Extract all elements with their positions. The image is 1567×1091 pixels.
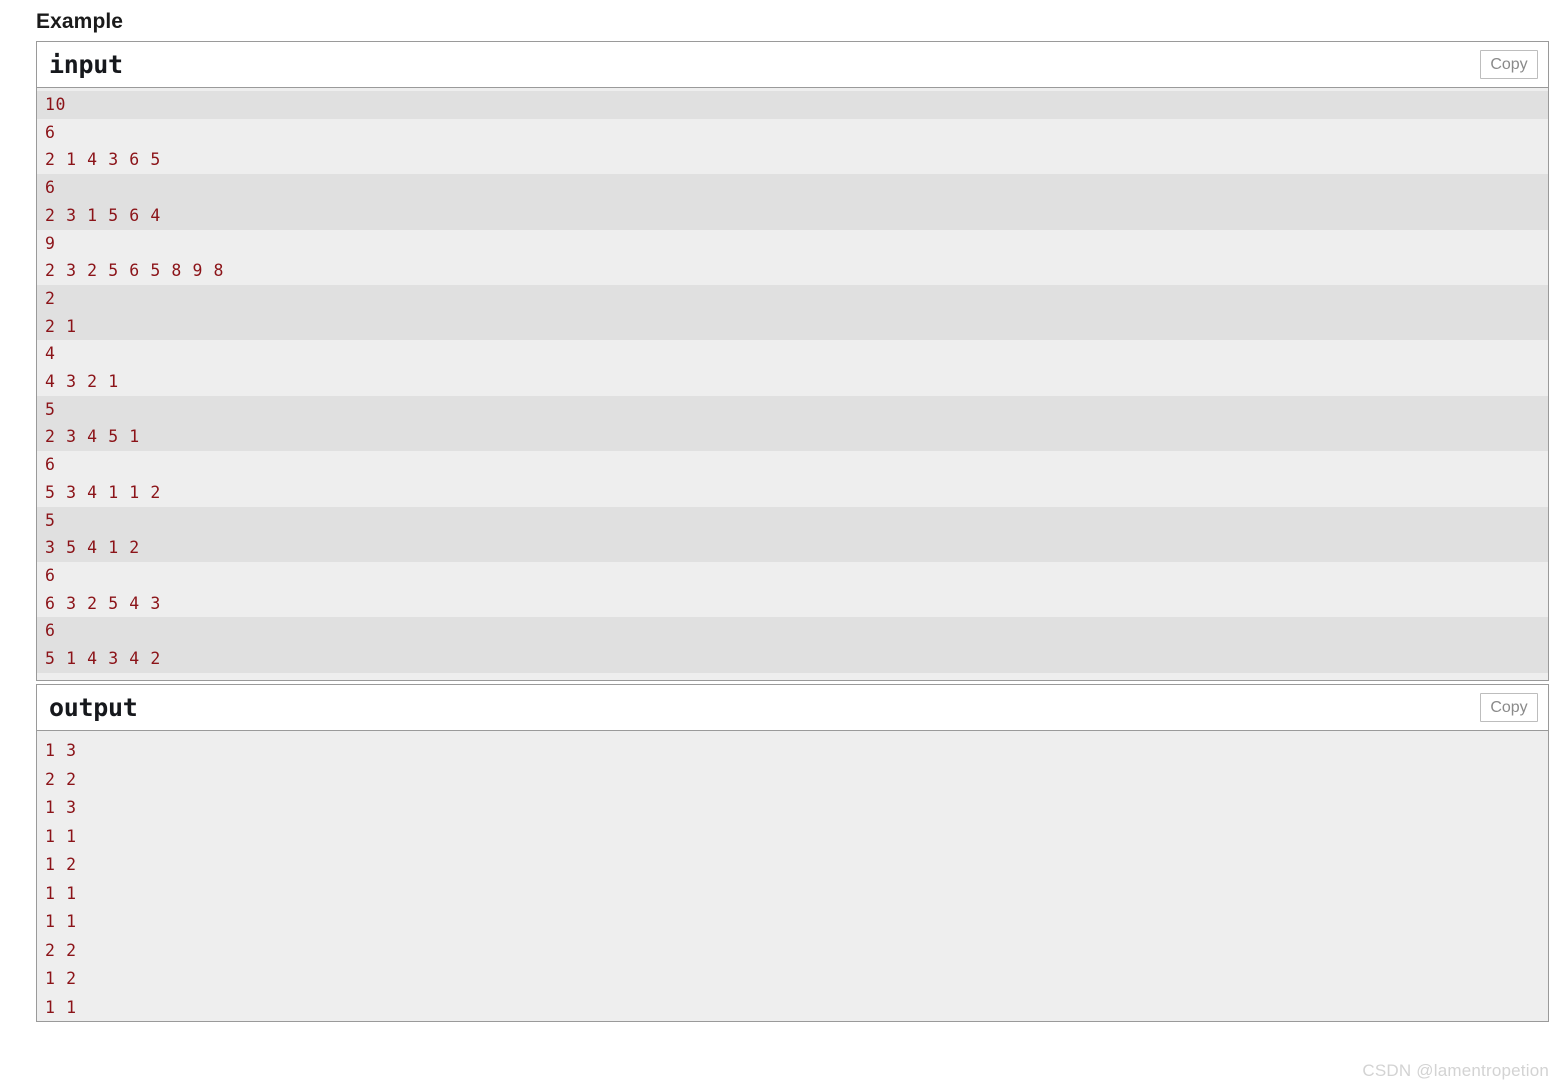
page-root: Example input Copy 10 6 2 1 4 3 6 562 3 1 … xyxy=(0,0,1567,1091)
code-line: 5 xyxy=(37,506,1548,535)
code-line: 1 1 xyxy=(45,883,77,903)
code-line: 6 xyxy=(37,174,1548,202)
watermark: CSDN @lamentropetion xyxy=(1362,1061,1549,1080)
output-sample-box: output Copy 1 32 21 31 11 21 11 12 21 21… xyxy=(36,684,1549,1022)
output-label: output xyxy=(49,693,138,722)
code-line: 2 3 1 5 6 4 xyxy=(37,201,1548,230)
copy-input-button[interactable]: Copy xyxy=(1480,50,1538,79)
code-line: 4 3 2 1 xyxy=(45,372,119,392)
input-header: input Copy xyxy=(37,42,1548,88)
code-line: 1 1 xyxy=(45,997,77,1017)
page-title: Example xyxy=(36,10,124,33)
code-line: 1 2 xyxy=(45,969,77,988)
code-line: 6 xyxy=(45,565,56,585)
code-line: 1 3 xyxy=(45,798,77,817)
code-line: 3 5 4 1 2 xyxy=(37,534,1548,562)
code-line: 5 1 4 3 4 2 xyxy=(37,645,1548,673)
code-line: 1 3 xyxy=(45,741,77,760)
input-code-area: 10 6 2 1 4 3 6 562 3 1 5 6 492 3 2 5 6 5 8… xyxy=(37,88,1548,680)
code-line: 6 xyxy=(45,122,56,142)
code-line: 2 1 4 3 6 5 xyxy=(45,150,161,170)
code-line: 4 xyxy=(45,344,56,364)
output-header: output Copy xyxy=(37,685,1548,731)
input-label: input xyxy=(49,50,123,79)
code-line: 2 3 4 5 1 xyxy=(37,423,1548,452)
code-line: 1 1 xyxy=(45,826,77,846)
code-line: 5 xyxy=(37,395,1548,424)
code-line: 5 3 4 1 1 2 xyxy=(45,482,161,502)
code-line: 9 xyxy=(45,233,56,253)
code-line: 6 xyxy=(37,617,1548,646)
code-line: 2 2 xyxy=(45,769,77,789)
input-sample-box: input Copy 10 6 2 1 4 3 6 562 3 1 5 6 492 … xyxy=(36,41,1549,681)
code-line: 2 1 xyxy=(37,312,1548,341)
output-code-area: 1 3 2 2 1 3 1 1 1 2 1 1 1 1 2 2 1 2 1 1 xyxy=(37,731,1548,1021)
code-line: 1 2 xyxy=(45,855,77,874)
copy-output-button[interactable]: Copy xyxy=(1480,693,1538,722)
code-line: 10 xyxy=(37,91,1548,119)
code-line: 2 xyxy=(37,284,1548,313)
code-line: 2 2 xyxy=(45,940,77,960)
code-line: 6 xyxy=(45,455,56,475)
code-line: 2 3 2 5 6 5 8 9 8 xyxy=(45,261,225,281)
code-line: 6 3 2 5 4 3 xyxy=(45,593,161,613)
code-line: 1 1 xyxy=(45,912,77,931)
